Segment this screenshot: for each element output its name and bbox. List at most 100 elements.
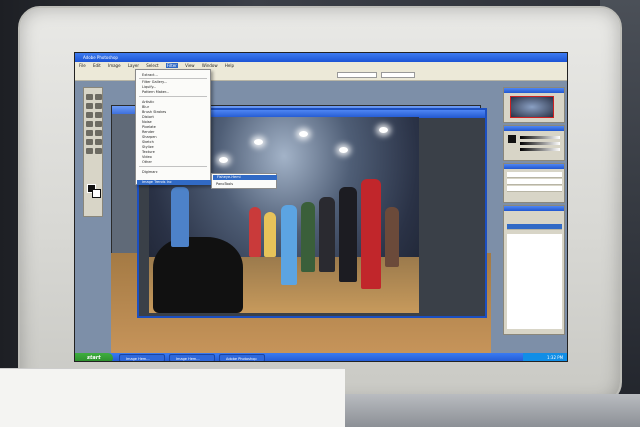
taskbar-task[interactable]: Adobe Photoshop [219, 354, 265, 361]
history-row[interactable] [507, 172, 562, 178]
layer-row-selected[interactable] [507, 224, 562, 230]
taskbar: start Image Hem... Image Hem... Adobe Ph… [75, 353, 567, 361]
menu-item[interactable]: Blur [142, 105, 149, 109]
crop-tool-icon[interactable] [86, 112, 93, 118]
options-field[interactable] [337, 72, 377, 78]
menu-file[interactable]: File [79, 63, 86, 68]
filter-menu: Extract... Filter Gallery... Liquify... … [135, 69, 211, 185]
monitor-stand [340, 394, 640, 427]
person [301, 202, 315, 272]
menu-help[interactable]: Help [225, 63, 234, 68]
history-titlebar[interactable] [504, 164, 564, 169]
app-title: Adobe Photoshop [83, 55, 118, 60]
options-field-2[interactable] [381, 72, 415, 78]
layers-panel [503, 205, 565, 335]
menu-item[interactable]: Sharpen [142, 135, 157, 139]
navigator-titlebar[interactable] [504, 88, 564, 93]
app-titlebar: Adobe Photoshop [75, 53, 567, 62]
menu-select[interactable]: Select [146, 63, 158, 68]
menu-view[interactable]: View [185, 63, 195, 68]
slice-tool-icon[interactable] [95, 112, 102, 118]
person [264, 212, 276, 257]
menu-item[interactable]: Sketch [142, 140, 154, 144]
zoom-tool-icon[interactable] [95, 148, 102, 154]
person [385, 207, 399, 267]
background-color-swatch[interactable] [92, 189, 101, 198]
brush-tool-icon[interactable] [86, 121, 93, 127]
hand-tool-icon[interactable] [86, 148, 93, 154]
ceiling-light [219, 157, 228, 163]
menu-item[interactable]: Pixelate [142, 125, 156, 129]
figure-statue [171, 187, 189, 247]
menu-item[interactable]: Noise [142, 120, 152, 124]
person [319, 197, 335, 272]
gradient-tool-icon[interactable] [95, 130, 102, 136]
menu-item[interactable]: Distort [142, 115, 154, 119]
menu-item[interactable]: Extract... [142, 73, 158, 77]
person [249, 207, 261, 257]
color-titlebar[interactable] [504, 126, 564, 131]
menu-item[interactable]: Texture [142, 150, 155, 154]
ceiling-light [254, 139, 263, 145]
menu-item[interactable]: Other [142, 160, 152, 164]
color-slider[interactable] [520, 136, 560, 139]
menu-item[interactable]: Digimarc [142, 170, 158, 174]
type-tool-icon[interactable] [95, 139, 102, 145]
person [281, 205, 297, 285]
submenu-item-highlighted[interactable]: Fisheye-Hemi [213, 175, 277, 180]
color-slider[interactable] [520, 142, 560, 145]
menu-item[interactable]: Liquify... [142, 85, 156, 89]
ceiling-light [299, 131, 308, 137]
layers-list [507, 234, 562, 329]
move-tool-icon[interactable] [95, 94, 102, 100]
menu-item[interactable]: Video [142, 155, 152, 159]
menu-item[interactable]: Pattern Maker... [142, 90, 169, 94]
submenu-item[interactable]: PanoTools [216, 182, 233, 186]
menu-edit[interactable]: Edit [93, 63, 101, 68]
menu-image[interactable]: Image [108, 63, 121, 68]
pedestal [153, 237, 243, 313]
navigator-panel [503, 87, 565, 123]
color-panel [503, 125, 565, 161]
menu-bar: File Edit Image Layer Select Filter View… [75, 62, 567, 69]
lasso-tool-icon[interactable] [86, 103, 93, 109]
history-row[interactable] [507, 186, 562, 192]
taskbar-task[interactable]: Image Hem... [169, 354, 215, 361]
history-row[interactable] [507, 179, 562, 185]
menu-filter[interactable]: Filter [165, 63, 178, 68]
filter-submenu: Fisheye-Hemi PanoTools [211, 173, 277, 189]
stamp-tool-icon[interactable] [95, 121, 102, 127]
start-button[interactable]: start [75, 353, 113, 361]
marquee-tool-icon[interactable] [86, 94, 93, 100]
photo-scene: Adobe Photoshop File Edit Image Layer Se… [0, 0, 640, 427]
taskbar-task[interactable]: Image Hem... [119, 354, 165, 361]
menu-separator [139, 166, 207, 167]
menu-item[interactable]: Filter Gallery... [142, 80, 167, 84]
person [339, 187, 357, 282]
clock: 1:32 PM [547, 355, 564, 360]
menu-separator [139, 96, 207, 97]
ceiling-light [379, 127, 388, 133]
color-slider[interactable] [520, 148, 560, 151]
menu-item[interactable]: Brush Strokes [142, 110, 166, 114]
monitor-screen: Adobe Photoshop File Edit Image Layer Se… [74, 52, 568, 362]
history-panel [503, 163, 565, 203]
menu-item-highlighted[interactable]: Image Trends Inc [137, 180, 211, 185]
eraser-tool-icon[interactable] [86, 130, 93, 136]
layers-titlebar[interactable] [504, 206, 564, 211]
system-tray: 1:32 PM [523, 353, 567, 361]
menu-layer[interactable]: Layer [128, 63, 139, 68]
menu-item[interactable]: Stylize [142, 145, 154, 149]
pen-tool-icon[interactable] [86, 139, 93, 145]
menu-item[interactable]: Render [142, 130, 154, 134]
toolbox [83, 87, 103, 217]
magic-wand-icon[interactable] [95, 103, 102, 109]
person [361, 179, 381, 289]
menu-window[interactable]: Window [202, 63, 218, 68]
menu-separator [139, 78, 207, 79]
navigator-thumbnail[interactable] [510, 96, 554, 118]
color-swatch[interactable] [508, 135, 516, 143]
paper-sheet [0, 368, 345, 427]
ceiling-light [339, 147, 348, 153]
menu-item[interactable]: Artistic [142, 100, 154, 104]
